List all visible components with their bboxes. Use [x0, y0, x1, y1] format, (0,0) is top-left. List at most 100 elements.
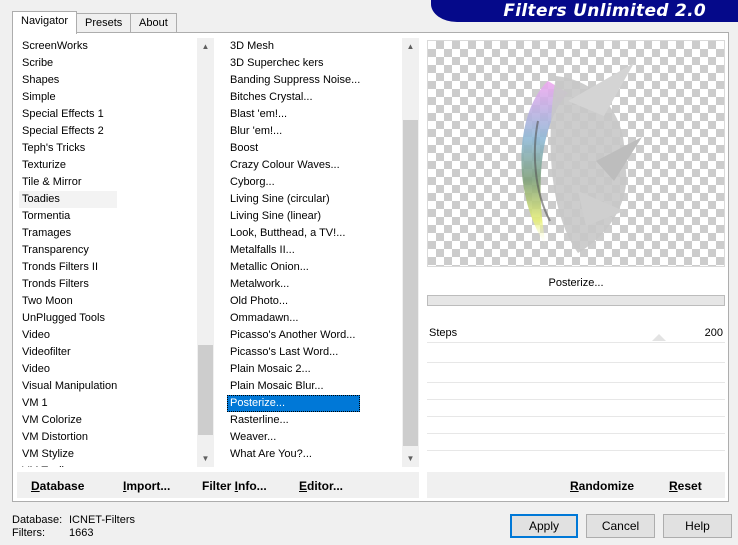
button-label: andomize	[578, 479, 635, 493]
category-item[interactable]: Tormentia	[19, 208, 117, 225]
filter-item[interactable]: Plain Mosaic 2...	[227, 361, 360, 378]
filter-item[interactable]: Crazy Colour Waves...	[227, 157, 360, 174]
filter-item[interactable]: Blast 'em!...	[227, 106, 360, 123]
scrollbar-thumb[interactable]	[403, 120, 418, 446]
category-list[interactable]: ScreenWorks Scribe Shapes Simple Special Eff…	[19, 38, 197, 467]
filter-item[interactable]: Bitches Crystal...	[227, 89, 360, 106]
scroll-down-icon[interactable]: ▼	[402, 450, 419, 467]
param-row-empty	[427, 432, 725, 451]
filter-item[interactable]: Picasso's Last Word...	[227, 344, 360, 361]
filter-info-button[interactable]: Filter Info...	[202, 479, 267, 493]
category-item[interactable]: Special Effects 1	[19, 106, 117, 123]
filter-item[interactable]: Living Sine (linear)	[227, 208, 360, 225]
button-label: ditor...	[307, 479, 344, 493]
preview-image	[521, 63, 642, 253]
category-item[interactable]: VM 1	[19, 395, 117, 412]
param-value: 200	[704, 327, 723, 339]
filter-item[interactable]: Boost	[227, 140, 360, 157]
category-item[interactable]: VM Colorize	[19, 412, 117, 429]
category-item[interactable]: Texturize	[19, 157, 117, 174]
import-button[interactable]: Import...	[123, 479, 170, 493]
filter-item[interactable]: Blur 'em!...	[227, 123, 360, 140]
param-row-steps[interactable]: Steps 200	[427, 324, 725, 343]
tab-presets[interactable]: Presets	[76, 13, 132, 33]
button-label: Filter	[202, 479, 235, 493]
button-label: nfo...	[238, 479, 267, 493]
filter-scrollbar[interactable]: ▲ ▼	[402, 38, 419, 467]
category-item[interactable]: VM Toolbox	[19, 463, 117, 467]
scroll-down-icon[interactable]: ▼	[197, 450, 214, 467]
tab-about[interactable]: About	[130, 13, 177, 33]
accelerator-key: R	[669, 479, 678, 493]
editor-button[interactable]: Editor...	[299, 479, 343, 493]
category-item[interactable]: Special Effects 2	[19, 123, 117, 140]
scrollbar-thumb[interactable]	[198, 345, 213, 435]
category-item[interactable]: Simple	[19, 89, 117, 106]
category-scrollbar[interactable]: ▲ ▼	[197, 38, 214, 467]
tab-navigator[interactable]: Navigator	[12, 11, 78, 34]
preview-filter-name: Posterize...	[548, 277, 604, 289]
category-item[interactable]: Two Moon	[19, 293, 117, 310]
apply-button[interactable]: Apply	[510, 514, 578, 538]
left-toolbar: Database Import... Filter Info... Editor…	[17, 472, 419, 498]
help-button[interactable]: Help	[663, 514, 732, 538]
category-item[interactable]: Tronds Filters II	[19, 259, 117, 276]
filter-item[interactable]: What Are You?...	[227, 446, 360, 463]
filters-info: Filters: 1663	[12, 527, 93, 539]
accelerator-key: R	[570, 479, 579, 493]
database-label: Database:	[12, 514, 63, 526]
filter-item[interactable]: 3D Superchec kers	[227, 55, 360, 72]
right-toolbar: Randomize Reset	[427, 472, 725, 498]
filter-item[interactable]: Ommadawn...	[227, 310, 360, 327]
category-item[interactable]: Tile & Mirror	[19, 174, 117, 191]
filters-label: Filters:	[12, 527, 45, 539]
category-item[interactable]: VM Stylize	[19, 446, 117, 463]
category-item[interactable]: Visual Manipulation	[19, 378, 117, 395]
filter-item[interactable]: Plain Mosaic Blur...	[227, 378, 360, 395]
database-info: Database: ICNET-Filters	[12, 514, 135, 526]
category-item[interactable]: ScreenWorks	[19, 38, 117, 55]
category-item[interactable]: Transparency	[19, 242, 117, 259]
filter-item[interactable]: Living Sine (circular)	[227, 191, 360, 208]
preview-area[interactable]	[427, 40, 725, 267]
randomize-button[interactable]: Randomize	[570, 479, 634, 493]
category-item[interactable]: Tramages	[19, 225, 117, 242]
reset-button[interactable]: Reset	[669, 479, 702, 493]
filter-item[interactable]: Banding Suppress Noise...	[227, 72, 360, 89]
scroll-up-icon[interactable]: ▲	[197, 38, 214, 55]
category-item[interactable]: Teph's Tricks	[19, 140, 117, 157]
database-button[interactable]: Database	[31, 479, 84, 493]
filter-item[interactable]: Weaver...	[227, 429, 360, 446]
category-item[interactable]: Video	[19, 327, 117, 344]
filter-item[interactable]: Picasso's Another Word...	[227, 327, 360, 344]
category-item[interactable]: Shapes	[19, 72, 117, 89]
button-label: mport...	[126, 479, 171, 493]
filter-list[interactable]: 3D Mesh 3D Superchec kers Banding Suppress…	[227, 38, 402, 467]
param-label: Steps	[429, 327, 458, 339]
slider-handle-icon[interactable]	[652, 334, 666, 341]
filter-item[interactable]: Posterize...	[227, 395, 361, 412]
filter-item[interactable]: Metalfalls II...	[227, 242, 360, 259]
filter-item[interactable]: Metalwork...	[227, 276, 360, 293]
filter-item[interactable]: Look, Butthead, a TV!...	[227, 225, 360, 242]
scroll-up-icon[interactable]: ▲	[402, 38, 419, 55]
category-item[interactable]: Videofilter	[19, 344, 117, 361]
filter-item[interactable]: 3D Mesh	[227, 38, 360, 55]
category-item[interactable]: UnPlugged Tools	[19, 310, 117, 327]
category-item[interactable]: Video	[19, 361, 117, 378]
brand-banner: Filters Unlimited 2.0	[431, 0, 738, 22]
filter-item[interactable]: Cyborg...	[227, 174, 360, 191]
category-item[interactable]: VM Distortion	[19, 429, 117, 446]
filter-item[interactable]: Rasterline...	[227, 412, 360, 429]
category-item[interactable]: Scribe	[19, 55, 117, 72]
progress-bar	[427, 295, 725, 306]
filters-value: 1663	[69, 527, 94, 539]
button-label: atabase	[39, 479, 85, 493]
button-label: eset	[677, 479, 702, 493]
category-item[interactable]: Toadies	[19, 191, 118, 208]
cancel-button[interactable]: Cancel	[586, 514, 655, 538]
category-item[interactable]: Tronds Filters	[19, 276, 117, 293]
filter-item[interactable]: Metallic Onion...	[227, 259, 360, 276]
param-row-empty	[427, 344, 725, 363]
filter-item[interactable]: Old Photo...	[227, 293, 360, 310]
